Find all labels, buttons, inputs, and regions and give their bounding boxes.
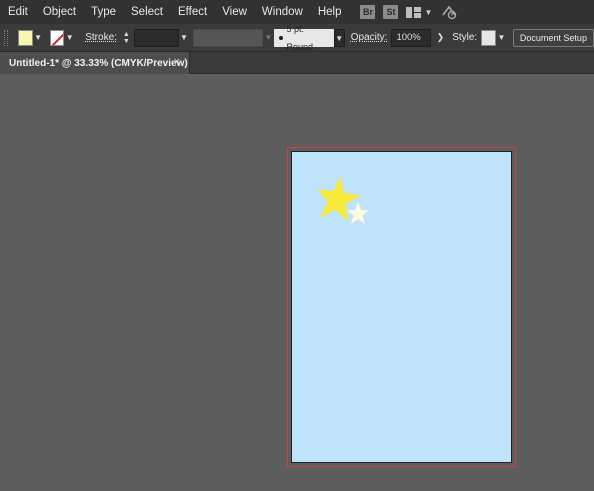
document-tab[interactable]: Untitled-1* @ 33.33% (CMYK/Preview) × <box>0 52 190 74</box>
stroke-label[interactable]: Stroke: <box>85 32 117 43</box>
menu-edit[interactable]: Edit <box>0 0 35 24</box>
document-tab-title: Untitled-1* @ 33.33% (CMYK/Preview) <box>9 57 188 69</box>
profile-dropdown-icon[interactable]: ▼ <box>263 30 274 46</box>
workspace-grid-icon <box>406 6 422 18</box>
document-tab-strip: Untitled-1* @ 33.33% (CMYK/Preview) × <box>0 52 594 74</box>
app-icons: Br St ▼ <box>360 4 458 20</box>
style-label: Style: <box>452 32 478 43</box>
opacity-field[interactable]: 100% <box>391 28 431 47</box>
brush-definition[interactable]: 5 pt. Round <box>273 24 334 52</box>
menu-object[interactable]: Object <box>35 0 83 24</box>
variable-width-profile[interactable] <box>193 28 263 47</box>
stroke-weight-dropdown-icon[interactable]: ▼ <box>179 30 190 46</box>
menu-select[interactable]: Select <box>123 0 170 24</box>
stroke-dropdown-icon[interactable]: ▼ <box>64 30 75 46</box>
menu-type[interactable]: Type <box>83 0 123 24</box>
brush-dot-icon <box>278 35 283 40</box>
brush-label: 5 pt. Round <box>286 23 314 52</box>
bridge-icon[interactable]: Br <box>360 5 376 19</box>
document-setup-button[interactable]: Document Setup <box>512 28 594 47</box>
control-bar: ▼ ▼ Stroke: ▲ ▼ ▼ ▼ 5 pt. Round ▼ Opacity… <box>0 24 594 52</box>
panel-grip[interactable] <box>4 29 8 46</box>
sync-icon[interactable] <box>440 4 458 20</box>
style-dropdown-icon[interactable]: ▼ <box>496 30 507 46</box>
stroke-swatch[interactable] <box>49 29 65 46</box>
stroke-weight-field[interactable] <box>133 28 179 47</box>
opacity-arrow-icon[interactable]: ❯ <box>437 32 445 43</box>
chevron-down-icon: ▼ <box>424 7 433 17</box>
menu-effect[interactable]: Effect <box>170 0 214 24</box>
style-swatch[interactable] <box>481 29 496 46</box>
menu-view[interactable]: View <box>214 0 254 24</box>
close-icon[interactable]: × <box>171 56 183 68</box>
stock-icon[interactable]: St <box>383 5 399 19</box>
small-star[interactable] <box>346 201 370 225</box>
stroke-weight-stepper[interactable]: ▲ ▼ <box>121 29 132 47</box>
canvas[interactable] <box>0 74 594 491</box>
workspace-switcher-button[interactable]: ▼ <box>406 6 433 18</box>
brush-dropdown-icon[interactable]: ▼ <box>333 28 345 47</box>
fill-dropdown-icon[interactable]: ▼ <box>33 30 44 46</box>
opacity-label[interactable]: Opacity: <box>351 32 388 43</box>
fill-swatch[interactable] <box>17 29 33 46</box>
